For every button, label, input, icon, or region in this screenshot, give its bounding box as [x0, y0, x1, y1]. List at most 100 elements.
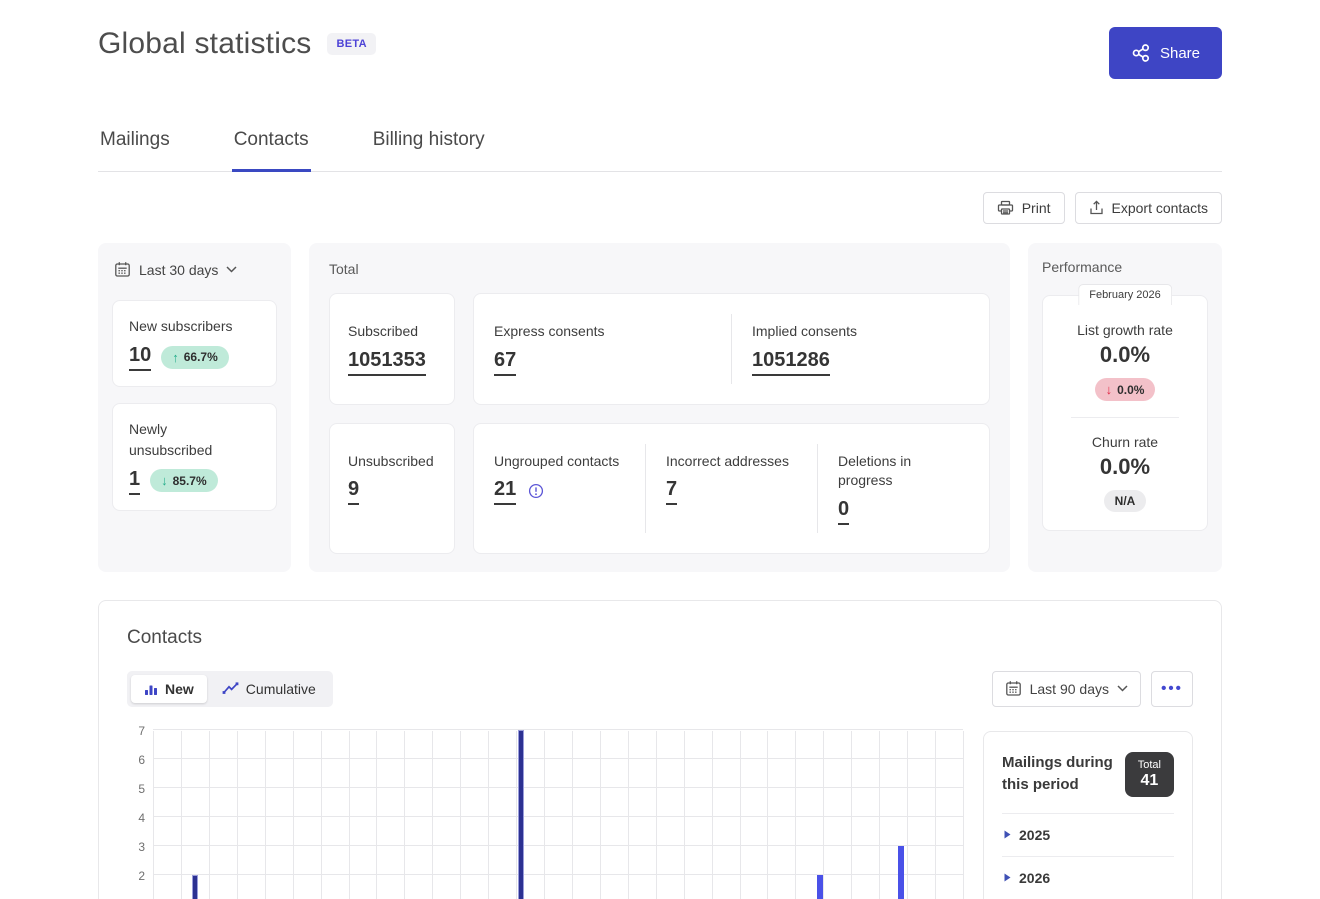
churn-rate-label: Churn rate [1053, 434, 1197, 450]
gridline-vertical [153, 731, 154, 899]
total-panel-title: Total [329, 261, 990, 277]
y-tick-label: 4 [138, 811, 145, 825]
chevron-down-icon [226, 266, 237, 273]
y-tick-label: 3 [138, 840, 145, 854]
churn-rate-value: 0.0% [1053, 454, 1197, 480]
list-growth-rate-label: List growth rate [1053, 322, 1197, 338]
gridline-vertical [795, 731, 796, 899]
tab-billing-history[interactable]: Billing history [371, 119, 487, 171]
contacts-section: Contacts New [98, 600, 1222, 899]
print-button[interactable]: Print [983, 192, 1065, 224]
new-subscribers-value[interactable]: 10 [129, 343, 151, 371]
incorrect-addresses-value[interactable]: 7 [666, 477, 677, 505]
gridline-vertical [376, 731, 377, 899]
gridline-vertical [823, 731, 824, 899]
gridline-horizontal [153, 787, 963, 788]
subscribed-value[interactable]: 1051353 [348, 348, 426, 376]
chevron-down-icon [1117, 685, 1128, 692]
gridline-vertical [684, 731, 685, 899]
ungrouped-contacts-cell: Ungrouped contacts 21 [474, 444, 645, 533]
toggle-cumulative-label: Cumulative [246, 681, 316, 697]
export-label: Export contacts [1112, 200, 1209, 216]
tab-mailings[interactable]: Mailings [98, 119, 172, 171]
divider [1071, 417, 1179, 418]
churn-rate-metric: Churn rate 0.0% N/A [1053, 434, 1197, 512]
newly-unsubscribed-value[interactable]: 1 [129, 467, 140, 495]
chart-plot[interactable]: 2629010407101316192225283103060912151821… [153, 731, 963, 899]
chart-bar[interactable] [518, 730, 524, 899]
chart-bar[interactable] [192, 875, 198, 899]
ellipsis-icon: ••• [1161, 680, 1183, 697]
ungrouped-contacts-value[interactable]: 21 [494, 477, 516, 505]
total-row-subscribed: Subscribed 1051353 Express consents 67 I… [329, 293, 990, 405]
gridline-vertical [879, 731, 880, 899]
more-options-button[interactable]: ••• [1151, 671, 1193, 707]
y-tick-label: 6 [138, 753, 145, 767]
newly-unsubscribed-trend-badge: ↓85.7% [150, 469, 218, 492]
calendar-icon [1005, 680, 1022, 697]
subscribed-label: Subscribed [348, 322, 436, 342]
gridline-vertical [349, 731, 350, 899]
chart-range-label: Last 90 days [1030, 681, 1109, 697]
y-tick-label: 7 [138, 724, 145, 738]
period-range-dropdown[interactable]: Last 30 days [112, 259, 277, 284]
total-row-unsubscribed: Unsubscribed 9 Ungrouped contacts 21 [329, 423, 990, 554]
mailings-card-title: Mailings during this period [1002, 752, 1115, 797]
gridline-horizontal [153, 816, 963, 817]
page-title: Global statistics [98, 27, 311, 61]
year-label: 2025 [1019, 827, 1050, 843]
new-subscribers-trend-badge: ↑66.7% [161, 346, 229, 369]
gridline-vertical [293, 731, 294, 899]
toggle-cumulative-button[interactable]: Cumulative [209, 675, 329, 703]
toggle-new-label: New [165, 681, 194, 697]
stats-panels: Last 30 days New subscribers 10 ↑66.7% N… [98, 243, 1222, 572]
mailings-total-badge: Total 41 [1125, 752, 1174, 797]
chart-bar[interactable] [817, 875, 823, 899]
deletions-in-progress-value[interactable]: 0 [838, 497, 849, 525]
year-row-2026[interactable]: 2026 [1002, 857, 1174, 899]
year-row-2025[interactable]: 2025 [1002, 814, 1174, 857]
calendar-icon [114, 261, 131, 278]
triangle-right-icon [1004, 830, 1011, 839]
share-button[interactable]: Share [1109, 27, 1222, 79]
beta-badge: BETA [327, 33, 375, 55]
deletions-in-progress-cell: Deletions in progress 0 [817, 444, 989, 533]
list-growth-rate-metric: List growth rate 0.0% ↓0.0% [1053, 322, 1197, 401]
bar-chart-icon [144, 682, 158, 696]
performance-card: February 2026 List growth rate 0.0% ↓0.0… [1042, 295, 1208, 531]
chart-range-dropdown[interactable]: Last 90 days [992, 671, 1141, 707]
chart-toolbar: New Cumulative [127, 671, 1193, 707]
newly-unsubscribed-label: Newly unsubscribed [129, 419, 239, 460]
chart-bar[interactable] [898, 846, 904, 899]
express-consents-value[interactable]: 67 [494, 348, 516, 376]
action-row: Print Export contacts [98, 192, 1222, 224]
share-icon [1131, 43, 1151, 63]
gridline-vertical [265, 731, 266, 899]
gridline-vertical [767, 731, 768, 899]
y-tick-label: 5 [138, 782, 145, 796]
warning-icon[interactable] [528, 483, 544, 499]
gridline-vertical [432, 731, 433, 899]
express-consents-label: Express consents [494, 322, 711, 342]
gridline-vertical [712, 731, 713, 899]
list-growth-rate-value: 0.0% [1053, 342, 1197, 368]
mailings-period-card: Mailings during this period Total 41 202… [983, 731, 1193, 899]
period-panel: Last 30 days New subscribers 10 ↑66.7% N… [98, 243, 291, 572]
deletions-in-progress-label: Deletions in progress [838, 452, 969, 491]
down-arrow-icon: ↓ [161, 473, 168, 488]
up-arrow-icon: ↑ [172, 350, 179, 365]
export-contacts-button[interactable]: Export contacts [1075, 192, 1223, 224]
gridline-vertical [209, 731, 210, 899]
contacts-section-title: Contacts [127, 627, 1193, 649]
toggle-new-button[interactable]: New [131, 675, 207, 703]
gridline-vertical [600, 731, 601, 899]
implied-consents-value[interactable]: 1051286 [752, 348, 830, 376]
unsubscribed-label: Unsubscribed [348, 452, 436, 472]
new-subscribers-card: New subscribers 10 ↑66.7% [112, 300, 277, 387]
chart-zone: 01234567 2629010407101316192225283103060… [127, 731, 1193, 899]
print-label: Print [1022, 200, 1051, 216]
triangle-right-icon [1004, 873, 1011, 882]
tab-contacts[interactable]: Contacts [232, 119, 311, 171]
year-label: 2026 [1019, 870, 1050, 886]
unsubscribed-value[interactable]: 9 [348, 477, 359, 505]
